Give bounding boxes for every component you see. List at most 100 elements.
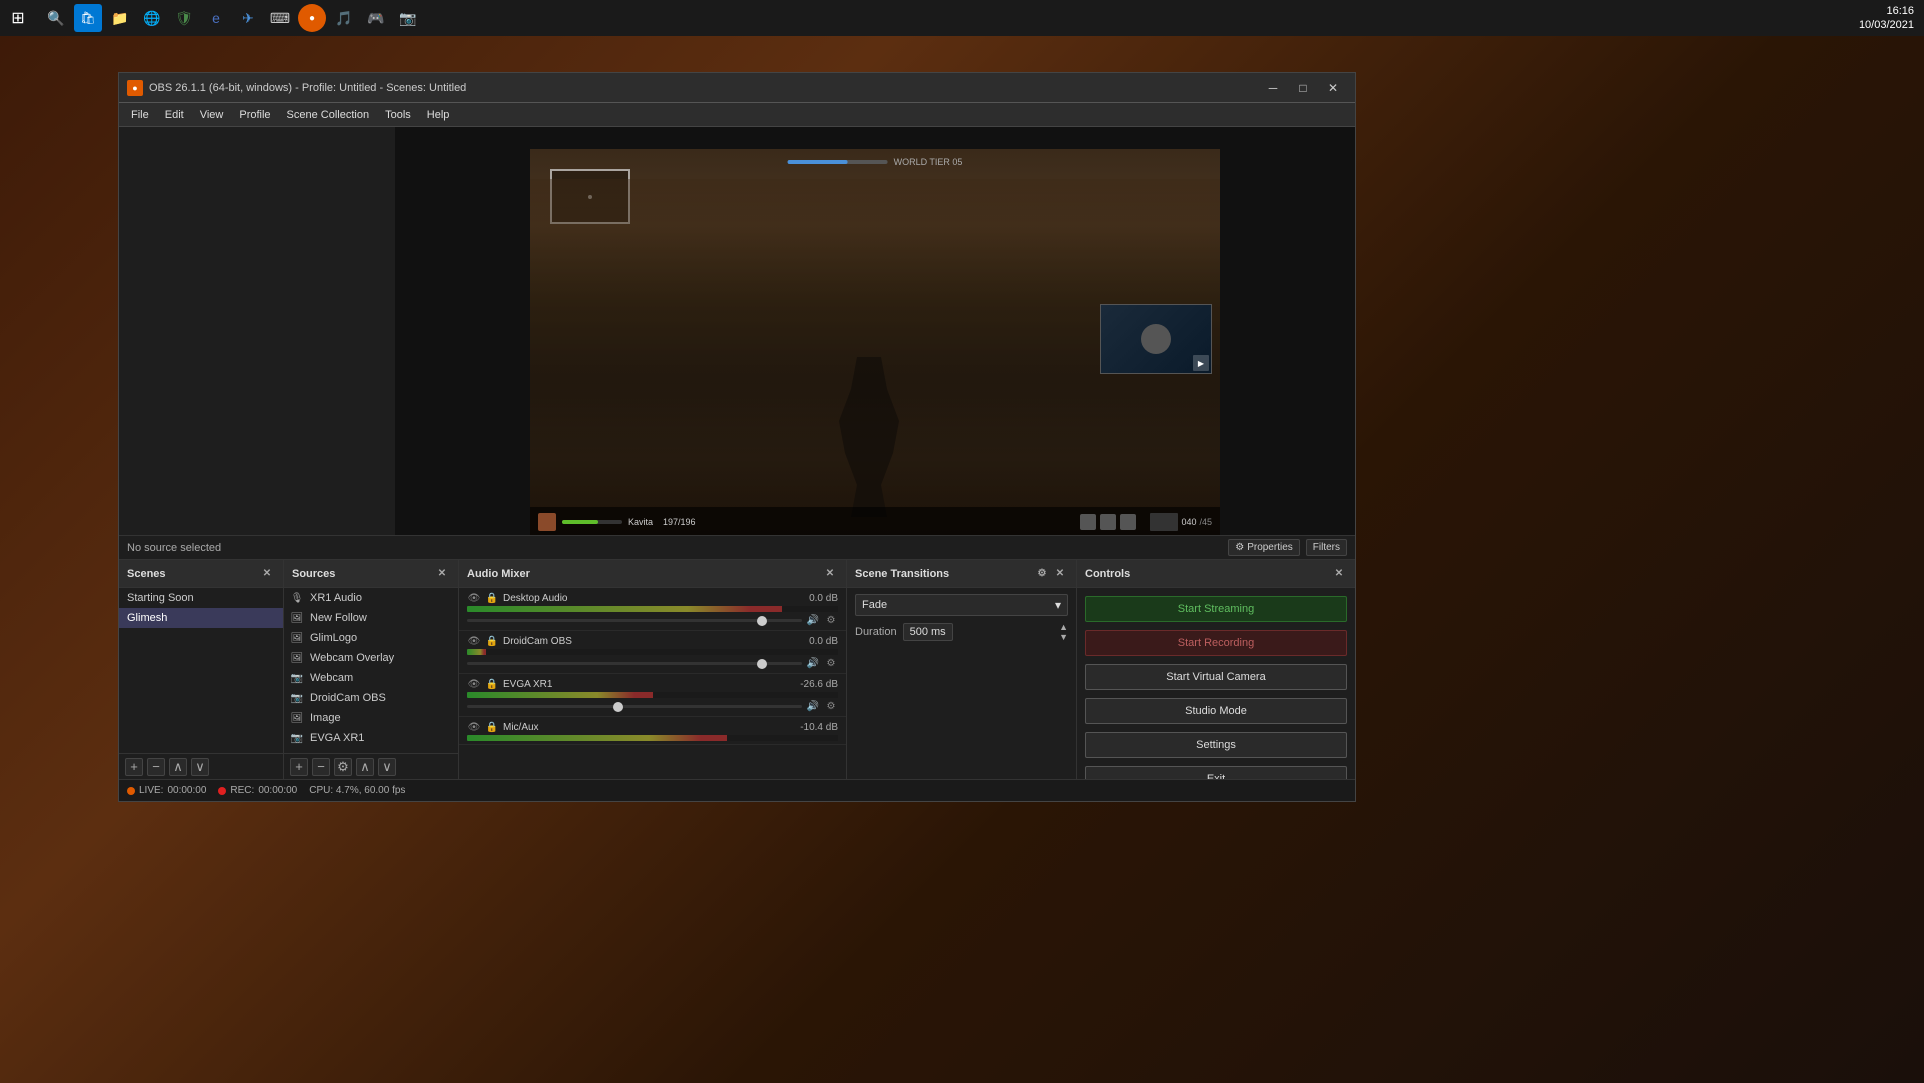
menu-tools[interactable]: Tools	[377, 107, 419, 123]
droidcam-audio-settings[interactable]: ⚙	[824, 656, 838, 670]
duration-down-btn[interactable]: ▼	[1059, 632, 1068, 642]
filters-button[interactable]: Filters	[1306, 539, 1347, 556]
source-name: Image	[310, 712, 341, 724]
scenes-panel-action-btn[interactable]: ✕	[259, 566, 275, 582]
taskbar-chrome[interactable]: 🌐	[138, 4, 166, 32]
droidcam-audio-slider[interactable]	[467, 662, 802, 665]
evga-audio-mute[interactable]: 🔊	[806, 699, 820, 713]
maximize-button[interactable]: □	[1289, 78, 1317, 98]
duration-up-btn[interactable]: ▲	[1059, 622, 1068, 632]
window-controls: ─ □ ✕	[1259, 78, 1347, 98]
menu-profile[interactable]: Profile	[231, 107, 278, 123]
sources-add-btn[interactable]: +	[290, 758, 308, 776]
droidcam-audio-meter	[467, 649, 838, 655]
mic-audio-eye[interactable]: 👁	[467, 720, 481, 734]
properties-button[interactable]: ⚙ Properties	[1228, 539, 1300, 556]
sources-move-down-btn[interactable]: ∨	[378, 758, 396, 776]
source-item-newfollow[interactable]: 🖼 New Follow	[284, 608, 458, 628]
taskbar-vlc[interactable]: 🎵	[330, 4, 358, 32]
scenes-move-up-btn[interactable]: ∧	[169, 758, 187, 776]
transition-type-dropdown[interactable]: Fade ▾	[855, 594, 1068, 616]
start-streaming-button[interactable]: Start Streaming	[1085, 596, 1347, 622]
taskbar-store[interactable]: 🛍	[74, 4, 102, 32]
menu-view[interactable]: View	[192, 107, 232, 123]
scenes-remove-btn[interactable]: −	[147, 758, 165, 776]
duration-value[interactable]: 500 ms	[903, 623, 953, 641]
menu-scene-collection[interactable]: Scene Collection	[279, 107, 378, 123]
source-name: Webcam Overlay	[310, 652, 394, 664]
scene-item-glimesh[interactable]: Glimesh	[119, 608, 283, 628]
cpu-label: CPU: 4.7%, 60.00 fps	[309, 785, 405, 796]
menu-file[interactable]: File	[123, 107, 157, 123]
taskbar-explorer[interactable]: 📁	[106, 4, 134, 32]
taskbar-app2[interactable]: 📷	[394, 4, 422, 32]
source-item-xr1audio[interactable]: 🎙 XR1 Audio	[284, 588, 458, 608]
sources-remove-btn[interactable]: −	[312, 758, 330, 776]
desktop: ● OBS 26.1.1 (64-bit, windows) - Profile…	[0, 36, 1924, 1083]
evga-audio-lock[interactable]: 🔒	[485, 677, 499, 691]
main-area: WORLD TIER 05 ▶	[119, 127, 1355, 559]
desktop-audio-lock[interactable]: 🔒	[485, 591, 499, 605]
controls-header: Controls ✕	[1077, 560, 1355, 588]
droidcam-audio-eye[interactable]: 👁	[467, 634, 481, 648]
obs-window: ● OBS 26.1.1 (64-bit, windows) - Profile…	[118, 72, 1356, 802]
settings-button[interactable]: Settings	[1085, 732, 1347, 758]
scenes-list: Starting Soon Glimesh	[119, 588, 283, 753]
source-item-webcam-overlay[interactable]: 🖼 Webcam Overlay	[284, 648, 458, 668]
desktop-audio-eye[interactable]: 👁	[467, 591, 481, 605]
exit-button[interactable]: Exit	[1085, 766, 1347, 779]
taskbar-telegram[interactable]: ✈	[234, 4, 262, 32]
close-button[interactable]: ✕	[1319, 78, 1347, 98]
scenes-footer: + − ∧ ∨	[119, 753, 283, 779]
controls-panel: Controls ✕ Start Streaming Start Recordi…	[1077, 560, 1355, 779]
menu-help[interactable]: Help	[419, 107, 458, 123]
clock-time: 16:16	[1886, 4, 1914, 18]
status-rec: REC: 00:00:00	[218, 785, 297, 796]
start-virtual-camera-button[interactable]: Start Virtual Camera	[1085, 664, 1347, 690]
evga-audio-volume-row: 🔊 ⚙	[467, 699, 838, 713]
scenes-move-down-btn[interactable]: ∨	[191, 758, 209, 776]
evga-audio-settings[interactable]: ⚙	[824, 699, 838, 713]
source-item-glimlogo[interactable]: 🖼 GlimLogo	[284, 628, 458, 648]
taskbar-search[interactable]: 🔍	[42, 4, 70, 32]
start-recording-button[interactable]: Start Recording	[1085, 630, 1347, 656]
scenes-add-btn[interactable]: +	[125, 758, 143, 776]
desktop-audio-settings[interactable]: ⚙	[824, 613, 838, 627]
audio-track-evga: 👁 🔒 EVGA XR1 -26.6 dB 🔊	[459, 674, 846, 717]
source-name: XR1 Audio	[310, 592, 362, 604]
taskbar-app1[interactable]: 🎮	[362, 4, 390, 32]
desktop-audio-mute[interactable]: 🔊	[806, 613, 820, 627]
evga-audio-eye[interactable]: 👁	[467, 677, 481, 691]
menu-edit[interactable]: Edit	[157, 107, 192, 123]
studio-mode-button[interactable]: Studio Mode	[1085, 698, 1347, 724]
transitions-close-btn[interactable]: ✕	[1052, 566, 1068, 582]
droidcam-audio-lock[interactable]: 🔒	[485, 634, 499, 648]
audio-track-header-droidcam: 👁 🔒 DroidCam OBS 0.0 dB	[467, 634, 838, 648]
audio-track-mic: 👁 🔒 Mic/Aux -10.4 dB	[459, 717, 846, 745]
audio-mixer-action-btn[interactable]: ✕	[822, 566, 838, 582]
desktop-audio-slider[interactable]	[467, 619, 802, 622]
controls-close-btn[interactable]: ✕	[1331, 566, 1347, 582]
obs-window-icon: ●	[127, 80, 143, 96]
taskbar-edge[interactable]: e	[202, 4, 230, 32]
taskbar-defender[interactable]: 🛡	[170, 4, 198, 32]
source-item-image[interactable]: 🖼 Image	[284, 708, 458, 728]
sources-panel-actions: ✕	[434, 566, 450, 582]
sources-settings-btn[interactable]: ⚙	[334, 758, 352, 776]
mic-audio-lock[interactable]: 🔒	[485, 720, 499, 734]
scene-item-starting-soon[interactable]: Starting Soon	[119, 588, 283, 608]
source-item-webcam[interactable]: 📷 Webcam	[284, 668, 458, 688]
transitions-settings-btn[interactable]: ⚙	[1034, 566, 1050, 582]
evga-audio-slider[interactable]	[467, 705, 802, 708]
taskbar-obs[interactable]: ●	[298, 4, 326, 32]
droidcam-audio-mute[interactable]: 🔊	[806, 656, 820, 670]
minimize-button[interactable]: ─	[1259, 78, 1287, 98]
start-button[interactable]: ⊞	[0, 0, 36, 36]
taskbar-cmd[interactable]: ⌨	[266, 4, 294, 32]
source-item-droidcam[interactable]: 📷 DroidCam OBS	[284, 688, 458, 708]
sources-move-up-btn[interactable]: ∧	[356, 758, 374, 776]
source-item-evga[interactable]: 📷 EVGA XR1	[284, 728, 458, 748]
sources-panel-action-btn[interactable]: ✕	[434, 566, 450, 582]
status-cpu: CPU: 4.7%, 60.00 fps	[309, 785, 405, 796]
evga-audio-meter	[467, 692, 838, 698]
